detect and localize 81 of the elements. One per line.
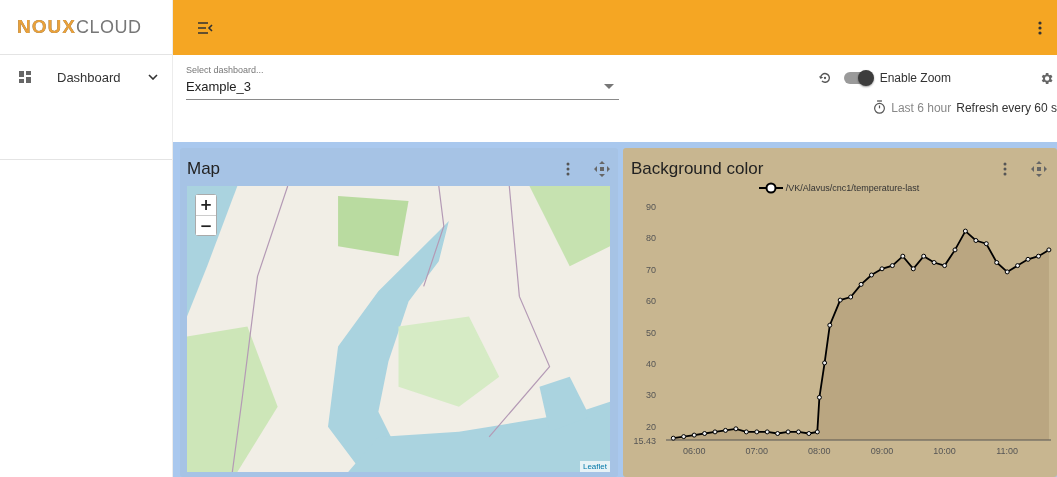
axis-label: 30 — [646, 390, 656, 401]
data-point — [754, 429, 760, 435]
data-point — [942, 263, 948, 269]
legend-label: /VK/Alavus/cnc1/temperature-last — [785, 183, 920, 193]
zoom-out-button[interactable]: − — [196, 215, 216, 235]
move-icon[interactable] — [1031, 161, 1047, 177]
data-point — [733, 426, 739, 432]
data-point — [806, 431, 812, 436]
refresh-interval[interactable]: Refresh every 60 s — [956, 100, 1057, 115]
data-point — [983, 241, 989, 247]
data-point — [952, 247, 958, 253]
axis-label: 07:00 — [745, 446, 769, 456]
data-point — [858, 281, 864, 287]
settings-icon[interactable] — [1039, 70, 1054, 86]
axis-label: 90 — [646, 202, 656, 212]
axis-label: 80 — [646, 233, 656, 244]
dropdown-arrow-icon — [604, 84, 614, 89]
data-point — [743, 429, 749, 435]
logo-mark: NOUX — [17, 16, 76, 38]
history-icon[interactable] — [817, 71, 832, 85]
data-point — [814, 429, 820, 435]
data-point — [1046, 247, 1052, 253]
data-point — [1036, 253, 1041, 259]
sidebar-item[interactable]: Dashboard — [0, 55, 172, 87]
data-point — [691, 432, 697, 438]
menu-collapse-icon[interactable] — [197, 21, 213, 34]
axis-label: 08:00 — [808, 446, 831, 456]
data-point — [723, 427, 728, 433]
move-icon[interactable] — [594, 161, 610, 177]
axis-label: 06:00 — [682, 446, 706, 456]
chevron-down-icon — [148, 74, 158, 80]
dashboard-icon — [19, 71, 31, 83]
data-point — [785, 429, 791, 435]
data-point — [816, 394, 822, 400]
data-point — [962, 228, 968, 234]
legend-item[interactable]: /VK/Alavus/cnc1/temperature-last — [758, 182, 920, 194]
data-point — [837, 297, 843, 303]
data-point — [702, 431, 708, 436]
dashboard-select[interactable]: Select dashboard... Example_3 — [186, 65, 619, 100]
more-options-icon[interactable] — [566, 162, 570, 176]
axis-label: 50 — [646, 327, 656, 338]
data-point — [994, 260, 1000, 265]
data-point — [681, 434, 687, 440]
data-point — [1015, 263, 1021, 269]
zoom-toggle[interactable] — [843, 72, 872, 84]
data-point — [1004, 269, 1010, 275]
data-point — [910, 266, 916, 272]
data-point — [848, 294, 854, 300]
axis-label: 60 — [646, 296, 656, 307]
axis-label: 10:00 — [933, 446, 956, 456]
data-point — [889, 263, 895, 269]
attribution-link[interactable]: Leaflet — [579, 461, 610, 472]
data-point — [879, 266, 885, 272]
data-point — [775, 431, 781, 436]
widget-title: Background color — [631, 159, 765, 179]
more-options-icon[interactable] — [1038, 20, 1042, 35]
time-range[interactable]: Last 6 hour — [891, 100, 952, 115]
axis-label: 40 — [646, 358, 656, 369]
data-point — [973, 238, 979, 243]
more-options-icon[interactable] — [1003, 162, 1007, 176]
axis-label: 11:00 — [996, 446, 1019, 456]
widget-title: Map — [187, 159, 222, 179]
data-point — [931, 260, 937, 265]
data-point — [822, 360, 828, 366]
data-point — [1025, 256, 1031, 262]
toggle-label: Enable Zoom — [879, 71, 951, 85]
data-point — [869, 272, 874, 278]
data-point — [764, 429, 770, 435]
axis-label: 70 — [646, 264, 656, 275]
data-point — [670, 435, 676, 441]
data-point — [921, 253, 927, 259]
data-point — [796, 429, 801, 435]
axis-label: 09:00 — [870, 446, 894, 456]
legend-marker-icon — [758, 182, 783, 194]
data-point — [712, 429, 718, 435]
logo-text: CLOUD — [75, 16, 142, 38]
data-point — [900, 253, 906, 259]
axis-label: 20 — [646, 421, 656, 432]
timer-icon — [873, 100, 887, 115]
axis-label: 15.43 — [633, 436, 656, 446]
data-point — [827, 322, 833, 328]
